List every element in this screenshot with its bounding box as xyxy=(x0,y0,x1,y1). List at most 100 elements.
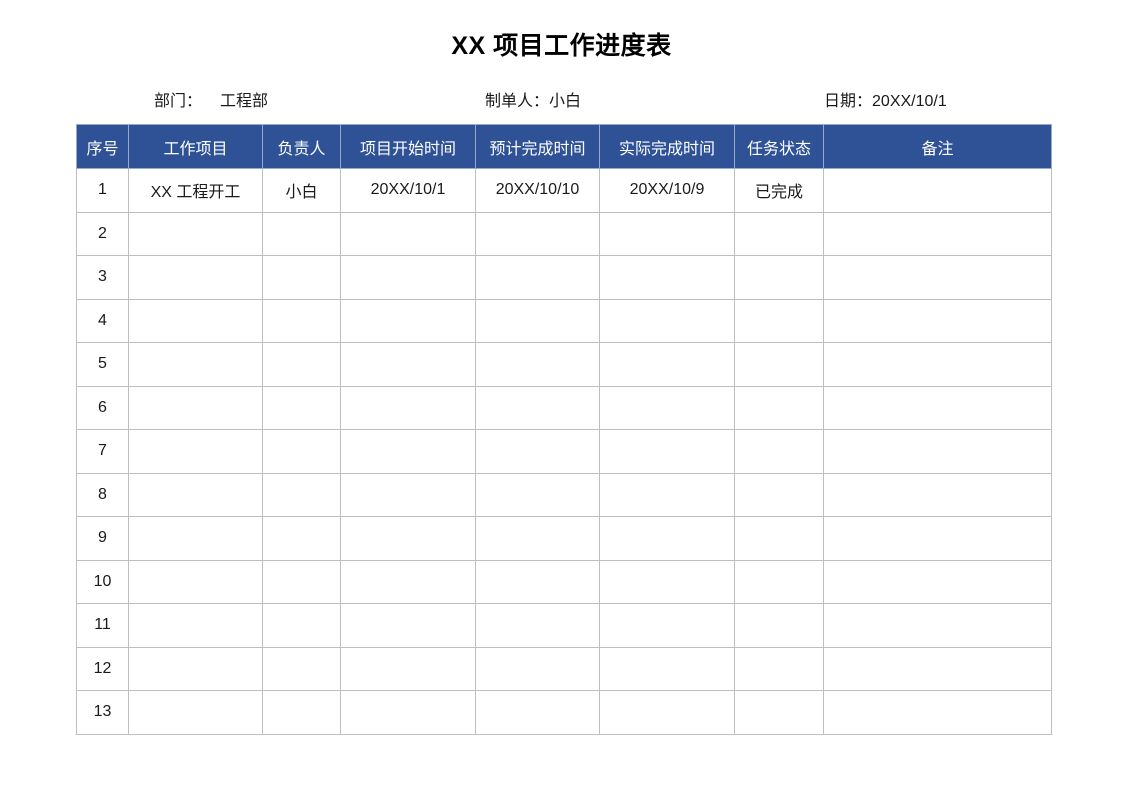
cell-planned[interactable] xyxy=(475,298,600,343)
cell-owner[interactable] xyxy=(262,429,341,474)
cell-status[interactable] xyxy=(734,298,824,343)
cell-actual[interactable] xyxy=(599,298,735,343)
cell-planned[interactable]: 20XX/10/10 xyxy=(475,168,600,213)
cell-remark[interactable] xyxy=(823,603,1052,648)
cell-index[interactable]: 4 xyxy=(76,298,129,343)
cell-remark[interactable] xyxy=(823,342,1052,387)
cell-task[interactable] xyxy=(128,646,263,691)
cell-start[interactable] xyxy=(340,472,476,517)
cell-planned[interactable] xyxy=(475,603,600,648)
cell-remark[interactable] xyxy=(823,472,1052,517)
cell-owner[interactable] xyxy=(262,255,341,300)
cell-task[interactable]: XX 工程开工 xyxy=(128,168,263,213)
cell-status[interactable] xyxy=(734,211,824,256)
cell-owner[interactable] xyxy=(262,472,341,517)
cell-index[interactable]: 12 xyxy=(76,646,129,691)
cell-status[interactable] xyxy=(734,472,824,517)
cell-start[interactable] xyxy=(340,559,476,604)
cell-planned[interactable] xyxy=(475,690,600,735)
cell-index[interactable]: 10 xyxy=(76,559,129,604)
cell-planned[interactable] xyxy=(475,342,600,387)
cell-task[interactable] xyxy=(128,298,263,343)
cell-remark[interactable] xyxy=(823,255,1052,300)
cell-actual[interactable] xyxy=(599,690,735,735)
cell-owner[interactable] xyxy=(262,690,341,735)
cell-start[interactable] xyxy=(340,255,476,300)
cell-owner[interactable] xyxy=(262,211,341,256)
cell-actual[interactable] xyxy=(599,385,735,430)
cell-task[interactable] xyxy=(128,603,263,648)
cell-actual[interactable] xyxy=(599,603,735,648)
cell-task[interactable] xyxy=(128,255,263,300)
cell-planned[interactable] xyxy=(475,516,600,561)
cell-owner[interactable]: 小白 xyxy=(262,168,341,213)
cell-status[interactable] xyxy=(734,646,824,691)
cell-planned[interactable] xyxy=(475,211,600,256)
cell-start[interactable] xyxy=(340,603,476,648)
cell-remark[interactable] xyxy=(823,429,1052,474)
cell-status[interactable] xyxy=(734,516,824,561)
cell-actual[interactable] xyxy=(599,342,735,387)
cell-start[interactable] xyxy=(340,646,476,691)
cell-status[interactable] xyxy=(734,385,824,430)
cell-status[interactable] xyxy=(734,255,824,300)
cell-index[interactable]: 5 xyxy=(76,342,129,387)
cell-index[interactable]: 8 xyxy=(76,472,129,517)
cell-actual[interactable] xyxy=(599,646,735,691)
cell-status[interactable] xyxy=(734,690,824,735)
cell-owner[interactable] xyxy=(262,603,341,648)
cell-planned[interactable] xyxy=(475,646,600,691)
cell-task[interactable] xyxy=(128,211,263,256)
cell-task[interactable] xyxy=(128,342,263,387)
cell-index[interactable]: 13 xyxy=(76,690,129,735)
cell-owner[interactable] xyxy=(262,342,341,387)
cell-remark[interactable] xyxy=(823,690,1052,735)
cell-index[interactable]: 3 xyxy=(76,255,129,300)
cell-start[interactable] xyxy=(340,516,476,561)
cell-owner[interactable] xyxy=(262,385,341,430)
cell-planned[interactable] xyxy=(475,255,600,300)
cell-actual[interactable]: 20XX/10/9 xyxy=(599,168,735,213)
cell-start[interactable] xyxy=(340,342,476,387)
cell-start[interactable]: 20XX/10/1 xyxy=(340,168,476,213)
cell-planned[interactable] xyxy=(475,472,600,517)
cell-owner[interactable] xyxy=(262,646,341,691)
cell-remark[interactable] xyxy=(823,298,1052,343)
cell-task[interactable] xyxy=(128,516,263,561)
cell-index[interactable]: 1 xyxy=(76,168,129,213)
cell-index[interactable]: 2 xyxy=(76,211,129,256)
cell-remark[interactable] xyxy=(823,168,1052,213)
cell-actual[interactable] xyxy=(599,255,735,300)
cell-owner[interactable] xyxy=(262,298,341,343)
cell-index[interactable]: 9 xyxy=(76,516,129,561)
cell-actual[interactable] xyxy=(599,559,735,604)
cell-actual[interactable] xyxy=(599,472,735,517)
cell-index[interactable]: 6 xyxy=(76,385,129,430)
cell-status[interactable] xyxy=(734,342,824,387)
cell-task[interactable] xyxy=(128,690,263,735)
cell-remark[interactable] xyxy=(823,559,1052,604)
cell-index[interactable]: 11 xyxy=(76,603,129,648)
cell-start[interactable] xyxy=(340,429,476,474)
cell-remark[interactable] xyxy=(823,516,1052,561)
cell-status[interactable] xyxy=(734,603,824,648)
cell-actual[interactable] xyxy=(599,429,735,474)
cell-start[interactable] xyxy=(340,211,476,256)
cell-remark[interactable] xyxy=(823,385,1052,430)
cell-actual[interactable] xyxy=(599,211,735,256)
cell-planned[interactable] xyxy=(475,429,600,474)
cell-owner[interactable] xyxy=(262,559,341,604)
cell-index[interactable]: 7 xyxy=(76,429,129,474)
cell-planned[interactable] xyxy=(475,385,600,430)
cell-task[interactable] xyxy=(128,429,263,474)
cell-task[interactable] xyxy=(128,472,263,517)
cell-status[interactable] xyxy=(734,429,824,474)
cell-status[interactable] xyxy=(734,559,824,604)
cell-actual[interactable] xyxy=(599,516,735,561)
cell-status[interactable]: 已完成 xyxy=(734,168,824,213)
cell-remark[interactable] xyxy=(823,211,1052,256)
cell-start[interactable] xyxy=(340,298,476,343)
cell-start[interactable] xyxy=(340,385,476,430)
cell-start[interactable] xyxy=(340,690,476,735)
cell-remark[interactable] xyxy=(823,646,1052,691)
